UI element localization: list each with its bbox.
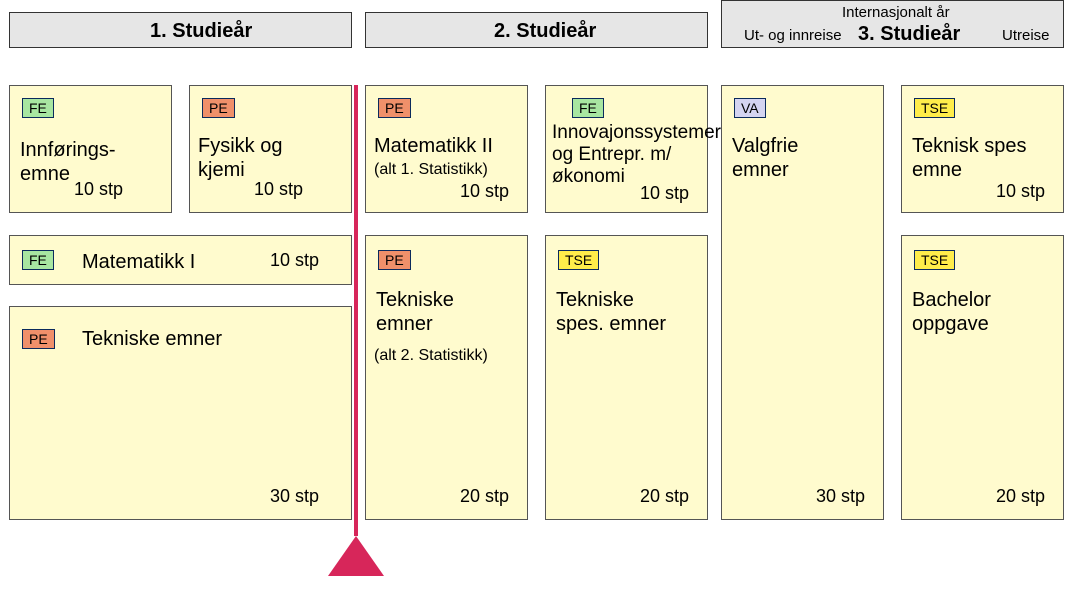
course-title: Teknisk spes emne [912,134,1027,182]
course-teknisk-spes-y3: TSE Teknisk spes emne 10 stp [901,85,1064,213]
course-credits: 10 stp [996,181,1045,202]
year3-right-sub: Utreise [1002,27,1050,44]
course-credits: 20 stp [640,486,689,507]
course-credits: 20 stp [460,486,509,507]
tag-fe: FE [572,98,604,118]
divider-line [354,85,358,536]
course-credits: 10 stp [460,181,509,202]
course-title: Valgfrie emner [732,134,798,182]
course-credits: 30 stp [816,486,865,507]
year2-label: 2. Studieår [494,20,596,43]
course-credits: 10 stp [640,183,689,204]
tag-fe: FE [22,98,54,118]
year1-label: 1. Studieår [150,20,252,43]
tag-pe: PE [22,329,55,349]
tag-pe: PE [378,250,411,270]
course-title: Tekniske emner [82,327,222,351]
tag-tse: TSE [558,250,599,270]
course-credits: 30 stp [270,486,319,507]
course-credits: 10 stp [74,179,123,200]
course-tekniske-emner-y1: PE Tekniske emner 30 stp [9,306,352,520]
course-valgfrie: VA Valgfrie emner 30 stp [721,85,884,520]
course-title: Innovajonssystemer og Entrepr. m/ økonom… [552,122,721,188]
year3-left-sub: Ut- og innreise [744,27,842,44]
course-credits: 10 stp [254,179,303,200]
course-title: Matematikk I [82,250,195,274]
tag-tse: TSE [914,250,955,270]
course-innforingsemne: FE Innførings- emne 10 stp [9,85,172,213]
tag-va: VA [734,98,766,118]
tag-pe: PE [202,98,235,118]
course-subtitle: (alt 2. Statistikk) [374,346,488,365]
year1-header: 1. Studieår [9,12,352,48]
course-credits: 20 stp [996,486,1045,507]
course-matematikk1: FE Matematikk I 10 stp [9,235,352,285]
year3-header: Internasjonalt år Ut- og innreise 3. Stu… [721,0,1064,48]
course-tekniske-emner-y2: PE Tekniske emner (alt 2. Statistikk) 20… [365,235,528,520]
divider-arrow-icon [328,536,384,576]
course-innovasjon: FE Innovajonssystemer og Entrepr. m/ øko… [545,85,708,213]
tag-pe: PE [378,98,411,118]
course-title: Tekniske spes. emner [556,288,666,336]
course-title: Bachelor oppgave [912,288,991,336]
course-matematikk2: PE Matematikk II (alt 1. Statistikk) 10 … [365,85,528,213]
course-credits: 10 stp [270,250,319,271]
course-tekniske-spes-y2: TSE Tekniske spes. emner 20 stp [545,235,708,520]
course-bachelor: TSE Bachelor oppgave 20 stp [901,235,1064,520]
course-title: Fysikk og kjemi [198,134,282,182]
year3-top-sub: Internasjonalt år [842,4,950,21]
course-subtitle: (alt 1. Statistikk) [374,160,488,179]
study-plan-diagram: 1. Studieår 2. Studieår Internasjonalt å… [0,0,1080,599]
tag-fe: FE [22,250,54,270]
tag-tse: TSE [914,98,955,118]
year3-label: 3. Studieår [858,23,960,46]
course-fysikk-kjemi: PE Fysikk og kjemi 10 stp [189,85,352,213]
course-title: Matematikk II [374,134,493,158]
course-title: Tekniske emner [376,288,454,336]
year2-header: 2. Studieår [365,12,708,48]
